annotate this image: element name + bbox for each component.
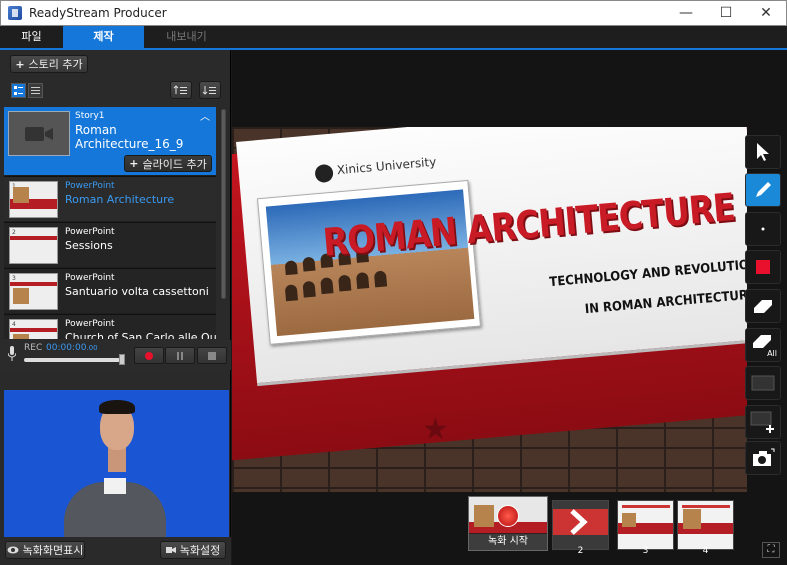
record-icon <box>145 351 153 360</box>
record-start-label: 녹화 시작 <box>469 533 547 550</box>
university-logo-icon <box>314 163 334 184</box>
move-down-icon <box>202 86 216 95</box>
title-bar: ReadyStream Producer — ☐ ✕ <box>0 0 787 26</box>
slide-item[interactable]: 1 PowerPoint Roman Architecture <box>4 176 216 221</box>
recording-bar: REC 00:00:00.00 <box>0 340 231 370</box>
slide-preview-area: Xinics University ROMAN ARCHITECTURE TEC… <box>232 50 787 565</box>
collapse-icon[interactable]: ︿ <box>200 108 210 123</box>
slide-type: PowerPoint <box>65 181 115 191</box>
slide-canvas[interactable]: Xinics University ROMAN ARCHITECTURE TEC… <box>232 127 747 492</box>
recording-settings-label: 녹화설정 <box>179 544 221 557</box>
slide-title: Santuario volta cassettoni <box>65 285 209 298</box>
close-button[interactable]: ✕ <box>746 1 786 25</box>
story-list-scrollbar[interactable] <box>220 107 227 339</box>
drawing-tools: All <box>745 135 783 475</box>
move-up-icon <box>173 85 187 94</box>
slide-thumbnail[interactable] <box>552 500 609 550</box>
star-icon: ★ <box>422 412 449 447</box>
rec-label: REC <box>24 343 43 353</box>
slide-title: Roman Architecture <box>65 193 175 206</box>
pen-tool-icon[interactable] <box>745 173 781 207</box>
move-up-button[interactable] <box>170 81 192 99</box>
pause-button[interactable] <box>165 347 195 364</box>
list-view-icon[interactable] <box>28 83 43 98</box>
slide-type: PowerPoint <box>65 227 115 237</box>
thumbnail-view-icon[interactable] <box>11 83 26 98</box>
thumbnail-number: 2 <box>577 546 584 556</box>
menu-tabs: 파일 제작 내보내기 <box>0 26 787 50</box>
slide-subtitle-2: IN ROMAN ARCHITECTURE <box>584 287 747 318</box>
slide-thumbnail: 4 <box>9 319 58 339</box>
slide-title: Church of San Carlo alle Quattro <box>65 331 216 339</box>
capture-icon[interactable] <box>745 441 781 475</box>
stop-button[interactable] <box>197 347 227 364</box>
record-button[interactable] <box>134 347 164 364</box>
add-story-label: 스토리 추가 <box>28 58 83 71</box>
volume-slider-handle[interactable] <box>119 354 125 365</box>
colosseum-photo <box>256 179 481 345</box>
slide-type: PowerPoint <box>65 273 115 283</box>
story-name: Roman Architecture_16_9 <box>75 123 184 151</box>
slide-item[interactable]: 2 PowerPoint Sessions <box>4 222 216 267</box>
tab-file[interactable]: 파일 <box>0 26 63 48</box>
slide-thumbnail: 1 <box>9 181 58 218</box>
camera-icon <box>165 547 176 553</box>
show-recording-label: 녹화화면표시 <box>22 544 84 557</box>
slide-type: PowerPoint <box>65 319 115 329</box>
add-story-button[interactable]: + 스토리 추가 <box>10 55 88 73</box>
maximize-button[interactable]: ☐ <box>706 1 746 25</box>
tab-produce[interactable]: 제작 <box>63 26 144 48</box>
story-label: Story1 <box>75 111 105 121</box>
slide-thumbnail[interactable] <box>677 500 734 550</box>
rec-timer: 00:00:00.00 <box>46 343 98 353</box>
slide-item[interactable]: 3 PowerPoint Santuario volta cassettoni <box>4 268 216 313</box>
move-down-button[interactable] <box>199 81 221 99</box>
slide-number: 4 <box>12 321 16 328</box>
current-slide-thumbnail[interactable]: 녹화 시작 <box>468 496 548 551</box>
video-camera-icon <box>25 126 53 141</box>
slide-thumbnail: 3 <box>9 273 58 310</box>
fullscreen-icon[interactable]: ⛶ <box>762 542 780 558</box>
pause-icon <box>177 351 183 360</box>
app-title: ReadyStream Producer <box>29 6 167 20</box>
add-board-icon[interactable] <box>745 405 781 439</box>
app-icon <box>8 6 22 20</box>
pen-size-icon[interactable] <box>745 212 781 246</box>
microphone-icon[interactable] <box>8 346 16 362</box>
minimize-button[interactable]: — <box>666 1 706 25</box>
thumbnail-number: 3 <box>642 546 649 556</box>
plus-icon: + <box>129 157 139 170</box>
thumbnail-number: 4 <box>702 546 709 556</box>
eraser-icon[interactable] <box>745 289 781 323</box>
show-recording-button[interactable]: 녹화화면표시 <box>5 541 85 559</box>
volume-slider[interactable] <box>24 358 124 362</box>
story-panel: + 스토리 추가 Story1 Roman Architecture_16_9 … <box>0 50 231 565</box>
stop-icon <box>208 351 216 360</box>
record-start-icon <box>497 505 519 527</box>
pointer-tool-icon[interactable] <box>745 135 781 169</box>
pen-color-icon[interactable] <box>745 250 781 284</box>
tab-export[interactable]: 내보내기 <box>144 26 229 48</box>
slide-thumbnail[interactable] <box>617 500 674 550</box>
add-slide-button[interactable]: + 슬라이드 추가 <box>124 155 212 172</box>
slide-number: 3 <box>12 275 16 282</box>
slide-number: 2 <box>12 229 16 236</box>
slide-subtitle-1: TECHNOLOGY AND REVOLUTION <box>548 256 747 291</box>
add-slide-label: 슬라이드 추가 <box>142 157 207 171</box>
story-item[interactable]: Story1 Roman Architecture_16_9 ︿ + 슬라이드 … <box>4 107 216 175</box>
story-list: Story1 Roman Architecture_16_9 ︿ + 슬라이드 … <box>4 107 216 339</box>
university-name: Xinics University <box>336 154 437 178</box>
recording-settings-button[interactable]: 녹화설정 <box>160 541 226 559</box>
eye-icon <box>7 546 19 554</box>
plus-icon: + <box>15 57 25 71</box>
slide-item[interactable]: 4 PowerPoint Church of San Carlo alle Qu… <box>4 314 216 339</box>
slide-card: Xinics University ROMAN ARCHITECTURE TEC… <box>236 127 747 387</box>
bottom-bar: 녹화화면표시 녹화설정 <box>0 537 231 565</box>
slide-title: Sessions <box>65 239 113 252</box>
blank-board-icon[interactable] <box>745 366 781 400</box>
erase-all-icon[interactable]: All <box>745 328 781 362</box>
slide-thumbnail: 2 <box>9 227 58 264</box>
story-thumbnail <box>8 111 70 156</box>
chevron-right-icon <box>570 509 588 535</box>
